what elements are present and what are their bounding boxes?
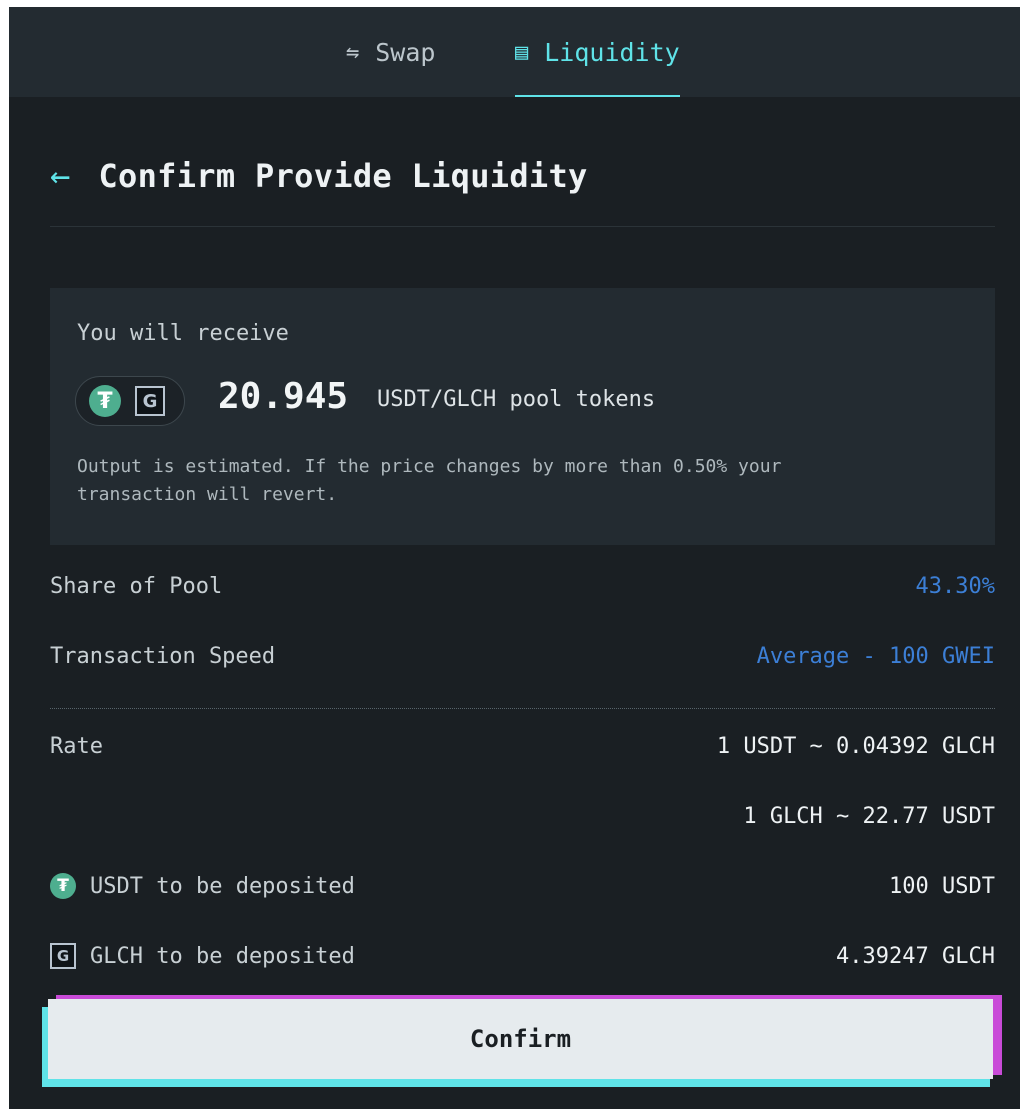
back-arrow-icon[interactable]: ← bbox=[50, 159, 70, 193]
rate-row-2: 1 GLCH ~ 22.77 USDT bbox=[50, 804, 995, 829]
tab-swap[interactable]: ⇋ Swap bbox=[346, 7, 435, 97]
receive-amount: 20.945 bbox=[218, 376, 349, 417]
usdt-deposit-label-group: ₮ USDT to be deposited bbox=[50, 873, 355, 899]
transaction-speed-value[interactable]: Average - 100 GWEI bbox=[757, 644, 995, 669]
tab-liquidity-label: Liquidity bbox=[544, 37, 680, 67]
usdt-icon: ₮ bbox=[89, 385, 121, 417]
confirm-button[interactable]: Confirm bbox=[48, 999, 993, 1079]
share-of-pool-row: Share of Pool 43.30% bbox=[50, 574, 995, 599]
header-divider bbox=[50, 226, 995, 227]
page-header: ← Confirm Provide Liquidity bbox=[50, 157, 588, 195]
glch-deposit-label-group: G GLCH to be deposited bbox=[50, 943, 355, 969]
usdt-deposit-value: 100 USDT bbox=[889, 873, 995, 899]
rate-row: Rate 1 USDT ~ 0.04392 GLCH bbox=[50, 734, 995, 759]
share-of-pool-value: 43.30% bbox=[915, 574, 995, 599]
transaction-speed-label: Transaction Speed bbox=[50, 644, 276, 669]
share-of-pool-label: Share of Pool bbox=[50, 574, 223, 599]
glch-deposit-row: G GLCH to be deposited 4.39247 GLCH bbox=[50, 943, 995, 969]
tab-liquidity[interactable]: ▤ Liquidity bbox=[515, 7, 680, 97]
rate-glch-usdt: 1 GLCH ~ 22.77 USDT bbox=[743, 804, 995, 829]
glch-deposit-value: 4.39247 GLCH bbox=[836, 943, 995, 969]
page-title: Confirm Provide Liquidity bbox=[98, 157, 588, 195]
usdt-deposit-row: ₮ USDT to be deposited 100 USDT bbox=[50, 873, 995, 899]
receive-card: You will receive ₮ G 20.945 USDT/GLCH po… bbox=[50, 288, 995, 545]
glch-icon: G bbox=[135, 386, 165, 416]
usdt-deposit-label: USDT to be deposited bbox=[90, 873, 355, 899]
confirm-button-wrap: Confirm bbox=[42, 995, 1002, 1087]
tab-swap-label: Swap bbox=[375, 37, 436, 67]
receive-label: You will receive bbox=[77, 321, 289, 346]
token-pair-pill: ₮ G bbox=[75, 376, 185, 426]
swap-icon: ⇋ bbox=[346, 39, 360, 65]
glch-deposit-label: GLCH to be deposited bbox=[90, 943, 355, 969]
rate-usdt-glch: 1 USDT ~ 0.04392 GLCH bbox=[716, 734, 995, 759]
tab-bar: ⇋ Swap ▤ Liquidity bbox=[9, 7, 1020, 97]
receive-unit: USDT/GLCH pool tokens bbox=[377, 387, 656, 412]
usdt-icon: ₮ bbox=[50, 873, 76, 899]
liquidity-panel: ⇋ Swap ▤ Liquidity ← Confirm Provide Liq… bbox=[9, 7, 1020, 1109]
rate-label: Rate bbox=[50, 734, 103, 759]
details-divider bbox=[50, 708, 995, 709]
liquidity-icon: ▤ bbox=[515, 39, 529, 65]
transaction-speed-row: Transaction Speed Average - 100 GWEI bbox=[50, 644, 995, 669]
slippage-note: Output is estimated. If the price change… bbox=[77, 456, 782, 505]
glch-icon: G bbox=[50, 943, 76, 969]
